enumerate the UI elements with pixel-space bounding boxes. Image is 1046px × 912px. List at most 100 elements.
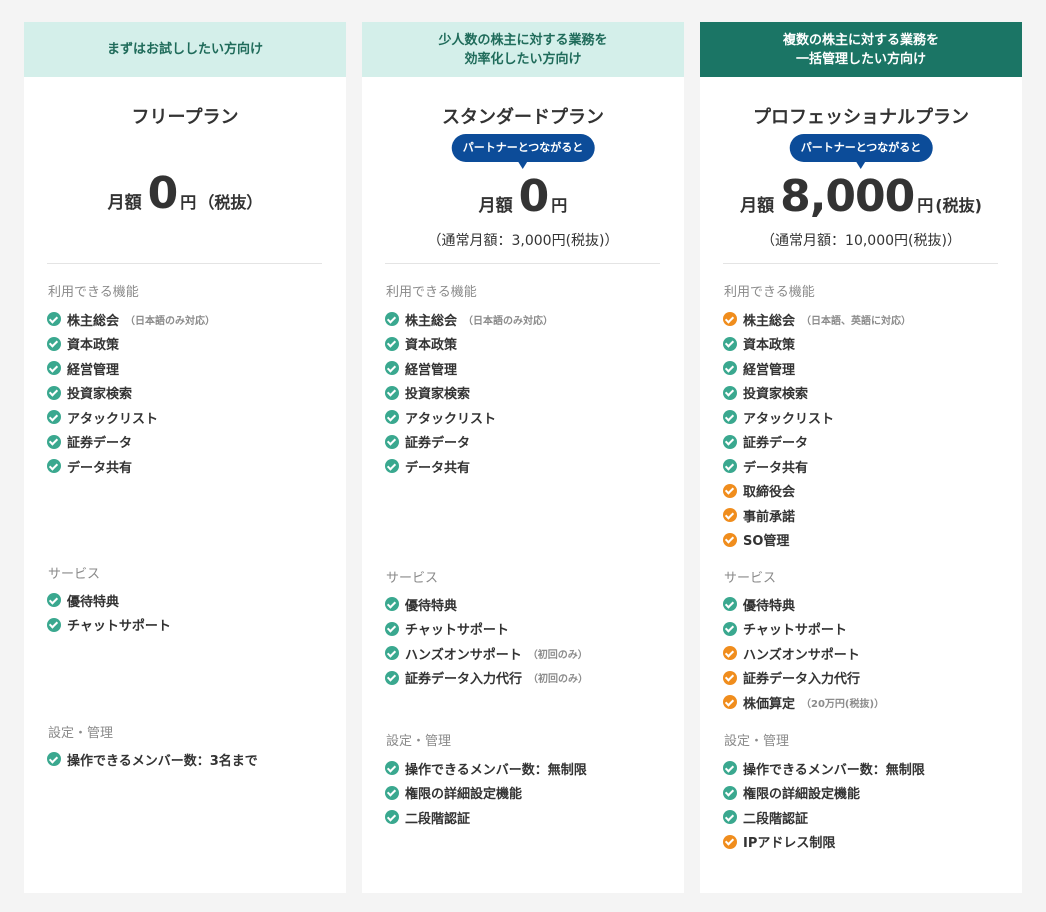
regular-price: （通常月額：10,000円(税抜)） [761,233,961,249]
plan-name: スタンダードプラン [442,107,604,128]
price-unit: 円 [551,196,568,215]
check-icon [723,508,737,523]
feature-list: 株主総会 （日本語のみ対応） 資本政策 経営管理 投資家検索 アタックリスト 証券… [385,307,553,479]
plan-target: 複数の株主に対する業務を 一括管理したい方向け [700,22,1022,77]
settings-list: 操作できるメンバー数：無制限 権限の詳細設定機能 二段階認証 [385,756,587,830]
list-item: 資本政策 [47,332,215,357]
divider [723,263,998,264]
section-title-services: サービス [48,567,101,582]
divider [385,263,660,264]
check-icon [723,646,737,661]
price-amount: 0 [518,171,550,222]
plan-target: 少人数の株主に対する業務を 効率化したい方向け [362,22,684,77]
check-icon [723,670,737,685]
check-icon [385,434,399,449]
check-icon [723,761,737,776]
check-icon [47,617,61,632]
list-item: 証券データ入力代行 [723,666,884,691]
list-item: 経営管理 [723,356,911,381]
price-amount: 0 [147,168,179,219]
check-icon [385,361,399,376]
plan-target: まずはお試ししたい方向け [24,22,346,77]
check-icon [47,336,61,351]
list-item: SO管理 [723,528,911,553]
check-icon [385,621,399,636]
section-title-features: 利用できる機能 [386,285,477,300]
list-item: 投資家検索 [723,381,911,406]
list-item: ハンズオンサポート （初回のみ） [385,641,588,666]
check-icon [385,336,399,351]
list-item: 経営管理 [385,356,553,381]
check-icon [47,752,61,767]
price-lead: 月額 [478,196,513,216]
list-item: データ共有 [385,454,553,479]
section-title-features: 利用できる機能 [48,285,139,300]
check-icon [723,434,737,449]
list-item: データ共有 [47,454,215,479]
feature-list: 株主総会 （日本語、英語に対応） 資本政策 経営管理 投資家検索 アタックリスト … [723,307,911,552]
list-item: 株主総会 （日本語、英語に対応） [723,307,911,332]
price-tax: （税抜） [198,193,263,212]
price-amount: 8,000 [780,171,915,222]
list-item: 取締役会 [723,479,911,504]
check-icon [723,834,737,849]
check-icon [723,621,737,636]
section-title-settings: 設定・管理 [386,734,452,749]
list-item: 証券データ [385,430,553,455]
plan-price: 月額 0 円 [362,175,684,219]
list-item: 資本政策 [385,332,553,357]
check-icon [723,385,737,400]
check-icon [723,785,737,800]
check-icon [385,785,399,800]
plan-price: 月額 8,000 円 (税抜) [700,175,1022,219]
item-note: （20万円(税抜)） [801,698,885,710]
list-item: 二段階認証 [723,805,925,830]
item-note: （初回のみ） [528,674,589,686]
list-item: アタックリスト [723,405,911,430]
divider [47,263,322,264]
list-item: チャットサポート [385,617,588,642]
list-item: チャットサポート [723,617,884,642]
feature-list: 株主総会 （日本語のみ対応） 資本政策 経営管理 投資家検索 アタックリスト 証券… [47,307,215,479]
list-item: 株主総会 （日本語のみ対応） [385,307,553,332]
partner-badge: パートナーとつながると [789,134,933,162]
price-unit: 円 [917,196,934,215]
check-icon [47,434,61,449]
list-item: 優待特典 [47,588,171,613]
settings-list: 操作できるメンバー数：3名まで [47,747,258,772]
plan-card-standard: 少人数の株主に対する業務を 効率化したい方向け スタンダードプラン パートナーと… [362,22,684,893]
service-list: 優待特典 チャットサポート ハンズオンサポート （初回のみ） 証券データ入力代行（… [385,592,588,690]
check-icon [723,597,737,612]
check-icon [47,385,61,400]
item-note: （日本語のみ対応） [125,315,216,327]
list-item: 証券データ [47,430,215,455]
item-note: （日本語のみ対応） [463,315,554,327]
check-icon [47,593,61,608]
check-icon [47,459,61,474]
plan-card-professional: 複数の株主に対する業務を 一括管理したい方向け プロフェッショナルプラン パート… [700,22,1022,893]
price-lead: 月額 [740,196,775,216]
check-icon [385,670,399,685]
list-item: データ共有 [723,454,911,479]
partner-badge: パートナーとつながると [451,134,595,162]
plan-price: 月額 0 円 （税抜） [24,172,346,216]
check-icon [723,361,737,376]
list-item: 権限の詳細設定機能 [723,781,925,806]
list-item: 証券データ入力代行 （初回のみ） [385,666,588,691]
list-item: 操作できるメンバー数：3名まで [47,747,258,772]
check-icon [723,336,737,351]
service-list: 優待特典 チャットサポート ハンズオンサポート 証券データ入力代行 株価算定 （2… [723,592,884,715]
check-icon [47,312,61,327]
list-item: アタックリスト [385,405,553,430]
list-item: チャットサポート [47,613,171,638]
plan-name: フリープラン [131,107,239,128]
list-item: 優待特典 [385,592,588,617]
check-icon [385,810,399,825]
check-icon [723,459,737,474]
section-title-settings: 設定・管理 [48,726,114,741]
plan-name: プロフェッショナルプラン [753,107,969,128]
service-list: 優待特典 チャットサポート [47,588,171,637]
check-icon [385,312,399,327]
check-icon [723,532,737,547]
check-icon [385,459,399,474]
